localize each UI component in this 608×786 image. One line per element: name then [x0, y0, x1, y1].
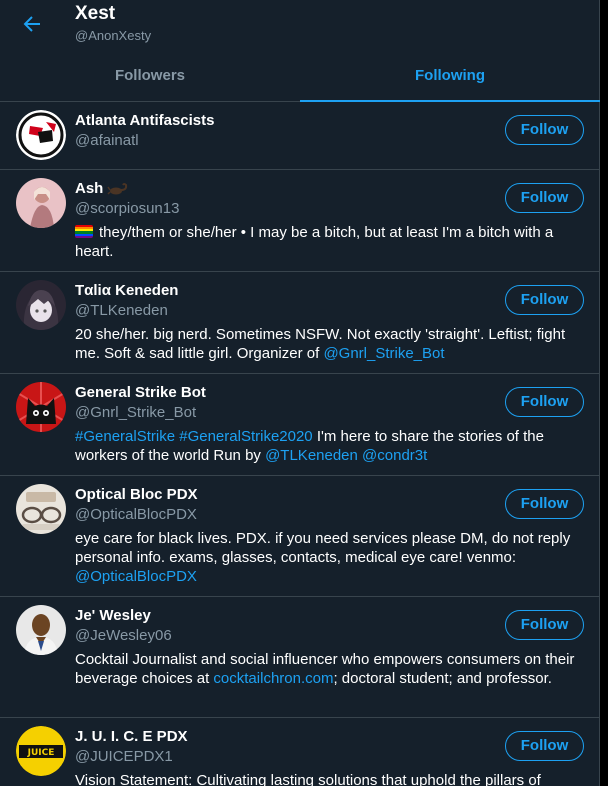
follow-button[interactable]: Follow [505, 115, 584, 145]
follow-button[interactable]: Follow [505, 610, 584, 640]
bio-text: Vision Statement: Cultivating lasting so… [75, 772, 541, 786]
user-handle: @afainatl [75, 132, 139, 149]
follow-button[interactable]: Follow [505, 285, 584, 315]
user-name[interactable]: Atlanta Antifascists [75, 112, 214, 129]
user-bio: Cocktail Journalist and social influence… [75, 650, 585, 688]
tab-following[interactable]: Following [300, 52, 600, 102]
user-bio: eye care for black lives. PDX. if you ne… [75, 529, 585, 586]
black-cat-logo-icon[interactable] [16, 382, 66, 432]
antifa-flag-logo-icon[interactable] [16, 110, 66, 160]
list-item[interactable]: Tαliα Keneden @TLKeneden 20 she/her. big… [0, 272, 600, 374]
user-name[interactable]: Ash [75, 180, 129, 197]
bio-hashtag-link[interactable]: #GeneralStrike2020 [179, 428, 312, 445]
photo-avatar-icon[interactable] [16, 178, 66, 228]
user-bio: they/them or she/her • I may be a bitch,… [75, 223, 585, 261]
bio-text: 20 she/her. big nerd. Sometimes NSFW. No… [75, 326, 566, 362]
follow-button[interactable]: Follow [505, 387, 584, 417]
back-arrow-icon[interactable] [20, 12, 44, 36]
rainbow-flag-emoji-icon [75, 225, 93, 238]
user-name[interactable]: General Strike Bot [75, 384, 206, 401]
scorpion-emoji-icon [107, 182, 129, 196]
user-name[interactable]: J. U. I. C. E PDX [75, 728, 188, 745]
following-panel: Xest @AnonXesty Followers Following Atla… [0, 0, 600, 786]
user-handle: @scorpiosun13 [75, 200, 180, 217]
user-handle: @Gnrl_Strike_Bot [75, 404, 197, 421]
bio-mention-link[interactable]: @TLKeneden [265, 447, 358, 464]
user-name[interactable]: Tαliα Keneden [75, 282, 178, 299]
follow-button[interactable]: Follow [505, 183, 584, 213]
bio-text: they/them or she/her • I may be a bitch,… [75, 224, 554, 260]
tab-bar: Followers Following [0, 52, 600, 102]
list-item[interactable]: JUICE J. U. I. C. E PDX @JUICEPDX1 Visio… [0, 718, 600, 786]
bio-text: ; doctoral student; and professor. [333, 670, 552, 687]
bio-hashtag-link[interactable]: #GeneralStrike [75, 428, 175, 445]
bio-mention-link[interactable]: @OpticalBlocPDX [75, 568, 197, 585]
user-handle: @JUICEPDX1 [75, 748, 173, 765]
anime-avatar-icon[interactable] [16, 280, 66, 330]
user-bio: 20 she/her. big nerd. Sometimes NSFW. No… [75, 325, 585, 363]
user-name-text: Ash [75, 180, 104, 197]
user-handle: @TLKeneden [75, 302, 168, 319]
tab-followers[interactable]: Followers [0, 52, 300, 101]
list-item[interactable]: Ash @scorpiosun13 they/them or she/her •… [0, 170, 600, 272]
portrait-avatar-icon[interactable] [16, 605, 66, 655]
svg-text:JUICE: JUICE [27, 748, 55, 758]
bio-url-link[interactable]: cocktailchron.com [213, 670, 333, 687]
follow-button[interactable]: Follow [505, 489, 584, 519]
page-title: Xest [75, 3, 116, 24]
bio-mention-link[interactable]: @Gnrl_Strike_Bot [323, 345, 444, 362]
user-name[interactable]: Optical Bloc PDX [75, 486, 198, 503]
juice-logo-icon[interactable]: JUICE [16, 726, 66, 776]
user-bio: Vision Statement: Cultivating lasting so… [75, 771, 585, 786]
user-handle: @OpticalBlocPDX [75, 506, 197, 523]
user-name[interactable]: Je' Wesley [75, 607, 151, 624]
user-handle: @JeWesley06 [75, 627, 172, 644]
profile-header: Xest @AnonXesty [0, 0, 600, 52]
list-item[interactable]: Je' Wesley @JeWesley06 Cocktail Journali… [0, 597, 600, 718]
bio-text: eye care for black lives. PDX. if you ne… [75, 530, 571, 566]
list-item[interactable]: Atlanta Antifascists @afainatl Follow [0, 102, 600, 170]
glasses-avatar-icon[interactable] [16, 484, 66, 534]
user-bio: #GeneralStrike #GeneralStrike2020 I'm he… [75, 427, 585, 465]
page-handle: @AnonXesty [75, 28, 152, 43]
follow-button[interactable]: Follow [505, 731, 584, 761]
list-item[interactable]: General Strike Bot @Gnrl_Strike_Bot #Gen… [0, 374, 600, 476]
bio-mention-link[interactable]: @condr3t [362, 447, 427, 464]
list-item[interactable]: Optical Bloc PDX @OpticalBlocPDX eye car… [0, 476, 600, 597]
